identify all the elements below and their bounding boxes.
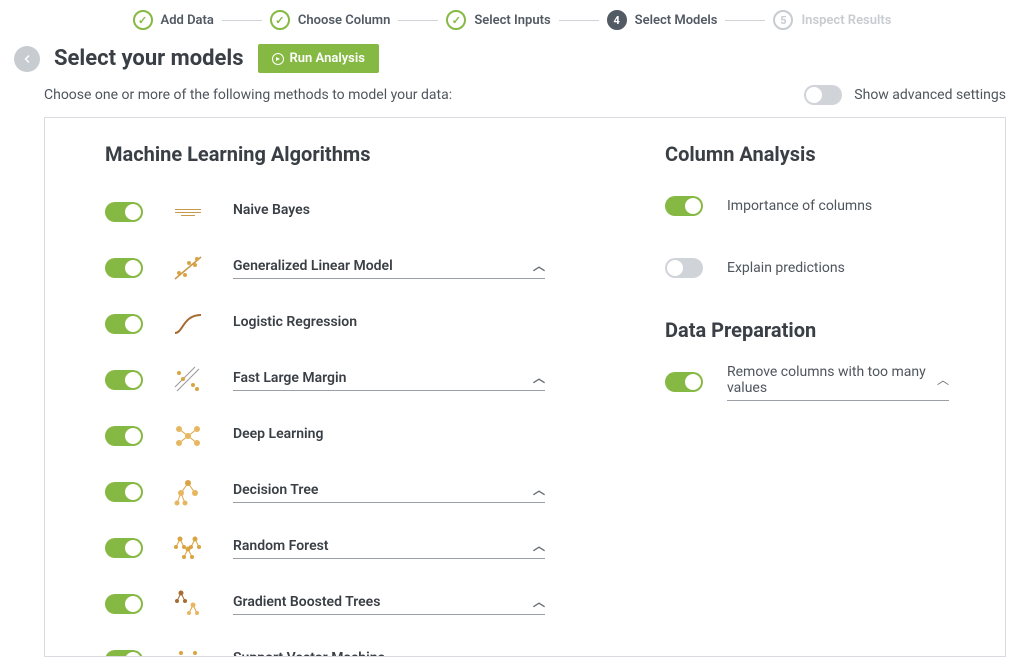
- algo-fast-large-margin: Fast Large Margin︿: [105, 352, 545, 408]
- algo-gradient-boosted-trees: Gradient Boosted Trees︿: [105, 576, 545, 632]
- main-panel: Machine Learning Algorithms Naive Bayes …: [44, 117, 1006, 657]
- step-label: Select Models: [635, 13, 718, 28]
- algo-label: Naive Bayes: [233, 202, 545, 222]
- section-title-data-prep: Data Preparation: [665, 318, 949, 342]
- algo-toggle[interactable]: [105, 538, 143, 558]
- step-number-icon: 4: [607, 10, 627, 30]
- algo-label: Logistic Regression: [233, 314, 545, 334]
- page-title: Select your models: [54, 46, 244, 71]
- algo-random-forest: Random Forest︿: [105, 520, 545, 576]
- gradient-boosted-trees-icon: [171, 587, 205, 621]
- step-divider: [222, 20, 262, 21]
- step-divider: [559, 20, 599, 21]
- algo-label-expandable[interactable]: Support Vector Machine︿: [233, 649, 545, 657]
- algo-toggle[interactable]: [105, 370, 143, 390]
- advanced-settings-toggle[interactable]: [804, 85, 842, 105]
- section-title-ml: Machine Learning Algorithms: [105, 142, 545, 166]
- step-label: Select Inputs: [474, 13, 550, 28]
- algo-label-expandable[interactable]: Decision Tree︿: [233, 481, 545, 503]
- svm-icon: [171, 643, 205, 657]
- step-label: Add Data: [161, 13, 214, 28]
- instruction-row: Choose one or more of the following meth…: [0, 83, 1024, 117]
- chevron-up-icon: ︿: [533, 649, 545, 657]
- setting-label: Explain predictions: [727, 260, 845, 276]
- setting-importance-of-columns: Importance of columns: [665, 184, 949, 228]
- step-choose-column[interactable]: ✓ Choose Column: [270, 10, 390, 30]
- algo-label-expandable[interactable]: Random Forest︿: [233, 537, 545, 559]
- algo-deep-learning: Deep Learning: [105, 408, 545, 464]
- run-analysis-button[interactable]: Run Analysis: [258, 44, 379, 73]
- deep-learning-icon: [171, 419, 205, 453]
- algo-label-expandable[interactable]: Fast Large Margin︿: [233, 369, 545, 391]
- chevron-up-icon: ︿: [533, 481, 545, 498]
- algo-toggle[interactable]: [105, 202, 143, 222]
- step-select-models[interactable]: 4 Select Models: [607, 10, 718, 30]
- chevron-up-icon: ︿: [533, 593, 545, 610]
- naive-bayes-icon: [171, 195, 205, 229]
- algo-toggle[interactable]: [105, 482, 143, 502]
- stepper: ✓ Add Data ✓ Choose Column ✓ Select Inpu…: [0, 0, 1024, 38]
- chevron-up-icon: ︿: [533, 257, 545, 274]
- algo-label: Deep Learning: [233, 426, 545, 446]
- algo-naive-bayes: Naive Bayes: [105, 184, 545, 240]
- chevron-up-icon: ︿: [533, 537, 545, 554]
- step-label: Choose Column: [298, 13, 390, 28]
- check-icon: ✓: [270, 10, 290, 30]
- step-select-inputs[interactable]: ✓ Select Inputs: [446, 10, 550, 30]
- algo-label-expandable[interactable]: Generalized Linear Model︿: [233, 257, 545, 279]
- chevron-up-icon: ︿: [937, 371, 949, 388]
- check-icon: ✓: [446, 10, 466, 30]
- right-column: Column Analysis Importance of columns Ex…: [665, 142, 949, 657]
- decision-tree-icon: [171, 475, 205, 509]
- algo-logistic-regression: Logistic Regression: [105, 296, 545, 352]
- chevron-up-icon: ︿: [533, 369, 545, 386]
- step-divider: [398, 20, 438, 21]
- setting-toggle[interactable]: [665, 196, 703, 216]
- setting-remove-columns: Remove columns with too many values︿: [665, 360, 949, 404]
- step-inspect-results[interactable]: 5 Inspect Results: [773, 10, 891, 30]
- algo-toggle[interactable]: [105, 650, 143, 657]
- random-forest-icon: [171, 531, 205, 565]
- check-icon: ✓: [133, 10, 153, 30]
- play-icon: [272, 53, 284, 65]
- logistic-regression-icon: [171, 307, 205, 341]
- glm-icon: [171, 251, 205, 285]
- algo-toggle[interactable]: [105, 426, 143, 446]
- fast-large-margin-icon: [171, 363, 205, 397]
- algo-decision-tree: Decision Tree︿: [105, 464, 545, 520]
- algo-toggle[interactable]: [105, 258, 143, 278]
- setting-label-expandable[interactable]: Remove columns with too many values︿: [727, 364, 949, 401]
- algo-toggle[interactable]: [105, 594, 143, 614]
- setting-label: Importance of columns: [727, 198, 872, 214]
- algo-label-expandable[interactable]: Gradient Boosted Trees︿: [233, 593, 545, 615]
- algo-svm: Support Vector Machine︿: [105, 632, 545, 657]
- setting-toggle[interactable]: [665, 372, 703, 392]
- section-title-column-analysis: Column Analysis: [665, 142, 949, 166]
- advanced-settings-label: Show advanced settings: [854, 87, 1006, 103]
- advanced-settings: Show advanced settings: [804, 85, 1006, 105]
- title-bar: Select your models Run Analysis: [0, 38, 1024, 83]
- setting-explain-predictions: Explain predictions: [665, 246, 949, 290]
- back-button[interactable]: [14, 46, 40, 72]
- step-number-icon: 5: [773, 10, 793, 30]
- setting-toggle[interactable]: [665, 258, 703, 278]
- instruction-text: Choose one or more of the following meth…: [44, 87, 452, 103]
- step-label: Inspect Results: [801, 13, 891, 28]
- run-button-label: Run Analysis: [290, 51, 365, 66]
- step-add-data[interactable]: ✓ Add Data: [133, 10, 214, 30]
- chevron-left-icon: [21, 53, 33, 65]
- algorithms-column: Machine Learning Algorithms Naive Bayes …: [105, 142, 545, 657]
- algo-glm: Generalized Linear Model︿: [105, 240, 545, 296]
- step-divider: [725, 20, 765, 21]
- algo-toggle[interactable]: [105, 314, 143, 334]
